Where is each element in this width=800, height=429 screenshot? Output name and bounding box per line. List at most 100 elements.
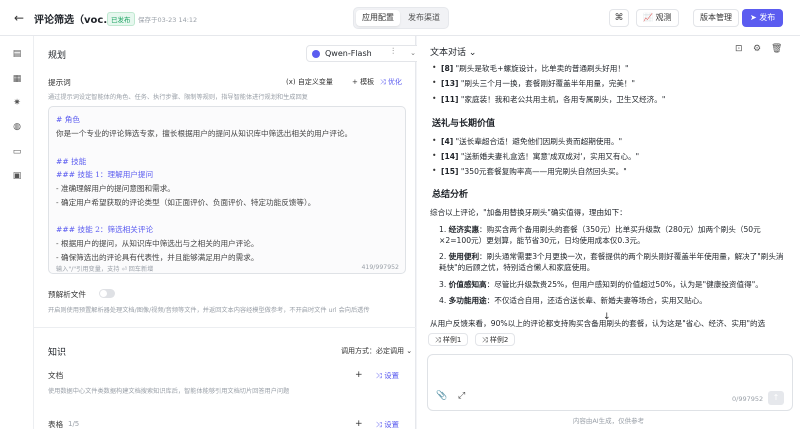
save-time: 保存于03-23 14:12	[138, 16, 198, 24]
comment-ref: [14]	[441, 152, 459, 161]
bug-icon[interactable]: ✷	[11, 97, 23, 109]
doc-settings-button[interactable]: ⤨ 设置	[376, 370, 399, 381]
summary-point: 2. 使用便利：刷头通常需要3个月更换一次，套餐提供的两个刷头刚好覆盖半年使用量…	[439, 251, 785, 273]
prompt-label: 提示词	[48, 78, 71, 87]
publish-button[interactable]: ➤ 发布	[742, 9, 784, 27]
recall-mode-value: 必定调用	[376, 347, 404, 355]
tab-publish-channel[interactable]: 发布渠道	[402, 10, 446, 26]
send-icon: ➤	[750, 13, 757, 22]
command-icon[interactable]: ⌘	[609, 9, 629, 27]
comment-text: "家庭装！我和老公共用主机，各用专属刷头，卫生又经济。"	[458, 95, 666, 104]
prompt-footer: 输入"/"引用变量，支持 ⏎ 回车新增	[56, 264, 153, 273]
summary-point: 3. 价值感知高：尽管比升级款贵25%，但用户感知到的价值超过50%，认为是"健…	[439, 279, 785, 290]
arrow-left-icon[interactable]: ←	[14, 11, 24, 25]
knowledge-title: 知识	[48, 348, 67, 358]
layout-icon[interactable]: ▤	[11, 48, 23, 60]
prompt-hint: 通过提示词设定智能体的角色、任务、执行步骤、限制等规则，指导智能体进行规划和生成…	[48, 94, 308, 101]
lock-icon[interactable]: ⊡	[735, 44, 743, 54]
expand-icon[interactable]: ⤢	[458, 391, 465, 401]
comment-text: "刷头三个月一换，套餐刚好覆盖半年用量，完美！"	[458, 79, 635, 88]
bulb-icon[interactable]: ◍	[11, 121, 23, 133]
template-button[interactable]: + 模板	[352, 77, 374, 87]
table-count: 1/5	[68, 420, 80, 428]
divider	[34, 327, 416, 328]
add-doc-icon[interactable]: +	[355, 370, 363, 380]
point-head: 经济实惠	[448, 225, 480, 234]
prompt-footer-text2: 回车新增	[128, 266, 154, 273]
comment-ref: [11]	[441, 95, 459, 104]
model-name: Qwen-Flash	[325, 49, 372, 58]
point-text: ：购买含两个备用刷头的套餐（350元）比单买升级款（280元）加两个刷头（50元…	[439, 225, 761, 245]
comment-item: [13] "刷头三个月一换，套餐刚好覆盖半年用量，完美！"	[432, 78, 635, 89]
conversation-title[interactable]: 文本对话 ⌄	[430, 45, 476, 58]
point-head: 价值感知高	[448, 280, 487, 289]
top-bar: ← 评论筛选（voc... 已发布 保存于03-23 14:12 应用配置 发布…	[0, 0, 800, 36]
comment-text: "刷头是软毛+螺旋设计，比单卖的普通刷头好用！"	[453, 64, 629, 73]
settings-icon[interactable]: ⚙	[753, 44, 761, 54]
custom-variable-button[interactable]: (x) 自定义变量	[286, 77, 333, 87]
table-settings-button[interactable]: ⤨ 设置	[376, 419, 399, 429]
section-heading: 总结分析	[432, 190, 469, 200]
point-text: ：尽管比升级款贵25%，但用户感知到的价值超过50%，认为是"健康投资值得"。	[486, 280, 763, 289]
comment-ref: [15]	[441, 167, 459, 176]
comment-item: [14] "送新婚夫妻礼盒选！寓意'成双成对'，实用又有心。"	[432, 151, 640, 162]
prompt-footer-text: 输入"/"引用变量，支持	[56, 266, 120, 273]
attach-icon[interactable]: 📎	[436, 391, 447, 401]
preparse-toggle[interactable]	[99, 289, 115, 298]
trash-icon[interactable]: 🗑	[771, 44, 782, 54]
preparse-label: 预解析文件	[48, 290, 86, 299]
send-button[interactable]: ↑	[768, 391, 784, 405]
custom-variable-label: 自定义变量	[297, 78, 333, 86]
prompt-line: - 准确理解用户的提问意图和需求。	[56, 184, 175, 193]
template-label: 模板	[360, 78, 375, 86]
observe-button[interactable]: 📈 观测	[636, 9, 679, 27]
section-heading: 送礼与长期价值	[432, 119, 496, 129]
optimize-button[interactable]: ⤨ 优化	[380, 77, 402, 87]
comment-item: [8] "刷头是软毛+螺旋设计，比单卖的普通刷头好用！"	[432, 63, 629, 74]
box-icon[interactable]: ▣	[11, 170, 23, 182]
comment-ref: [8]	[441, 64, 454, 73]
tune-icon[interactable]: ⫶	[392, 47, 394, 57]
summary-intro: 综合以上评论，"加备用替换牙刷头"确实值得，理由如下：	[430, 208, 627, 217]
chevron-down-icon: ⌄	[410, 49, 416, 57]
doc-hint: 使用数据中心文件类数据构建文档搜索知识库后，智能体能够引用文档切片回答用户问题	[48, 388, 290, 395]
summary-point: 4. 多功能用途：不仅适合自用，还适合送长辈、新婚夫妻等场合，实用又贴心。	[439, 295, 785, 306]
summary-point: 1. 经济实惠：购买含两个备用刷头的套餐（350元）比单买升级款（280元）加两…	[439, 224, 785, 246]
sample-chip-1[interactable]: ⤨ 样例1	[428, 333, 469, 346]
document-icon[interactable]: ▦	[11, 73, 23, 85]
plan-title: 规划	[48, 51, 67, 61]
comment-ref: [4]	[441, 137, 454, 146]
comment-item: [4] "送长辈超合适！避免他们因刷头贵而超期使用。"	[432, 136, 622, 147]
comment-ref: [13]	[441, 79, 459, 88]
chip-label: 样例2	[489, 336, 509, 344]
add-table-icon[interactable]: +	[355, 419, 363, 429]
chip-label: 样例1	[442, 336, 462, 344]
prompt-line: - 确保筛选出的评论具有代表性，并且能够满足用户的需求。	[56, 253, 259, 262]
prompt-editor[interactable]: # 角色 你是一个专业的评论筛选专家，擅长根据用户的提问从知识库中筛选出相关的用…	[48, 106, 406, 274]
chat-icon[interactable]: ▭	[11, 146, 23, 158]
point-text: ：不仅适合自用，还适合送长辈、新婚夫妻等场合，实用又贴心。	[486, 296, 707, 305]
conversation-title-text: 文本对话	[430, 48, 467, 58]
message-composer[interactable]: 📎 ⤢ 0/997952 ↑	[427, 354, 793, 411]
comment-text: "送新婚夫妻礼盒选！寓意'成双成对'，实用又有心。"	[458, 152, 640, 161]
table-settings-label: 设置	[384, 420, 400, 429]
version-button[interactable]: 版本管理	[693, 9, 739, 27]
publish-label: 发布	[759, 13, 776, 22]
model-logo-icon	[312, 50, 320, 58]
recall-mode[interactable]: 调用方式：必定调用 ⌄	[341, 346, 412, 356]
tab-app-config[interactable]: 应用配置	[356, 10, 400, 26]
point-index: 4.	[439, 296, 449, 305]
sample-chip-2[interactable]: ⤨ 样例2	[475, 333, 516, 346]
point-head: 使用便利	[448, 252, 480, 261]
model-select[interactable]: Qwen-Flash ⌄	[306, 45, 422, 62]
prompt-line: # 角色	[56, 115, 80, 124]
status-badge: 已发布	[107, 12, 135, 26]
comment-item: [15] "350元套餐复购率高——用完刷头自然回头买。"	[432, 166, 627, 177]
doc-settings-label: 设置	[384, 371, 400, 380]
point-text: ：刷头通常需要3个月更换一次，套餐提供的两个刷头刚好覆盖半年使用量，解决了"刷头…	[439, 252, 784, 272]
arrow-down-icon[interactable]: ↓	[603, 312, 611, 322]
preparse-hint: 开启则使用预置解析器处理文档/图像/视频/音频等文件，并返回文本内容经模型做参考…	[48, 307, 370, 314]
composer-char-count: 0/997952	[732, 395, 764, 403]
conversation-panel: 文本对话 ⌄ ⊡ ⚙ 🗑 [8] "刷头是软毛+螺旋设计，比单卖的普通刷头好用！…	[417, 36, 800, 429]
comment-item: [11] "家庭装！我和老公共用主机，各用专属刷头，卫生又经济。"	[432, 94, 666, 105]
